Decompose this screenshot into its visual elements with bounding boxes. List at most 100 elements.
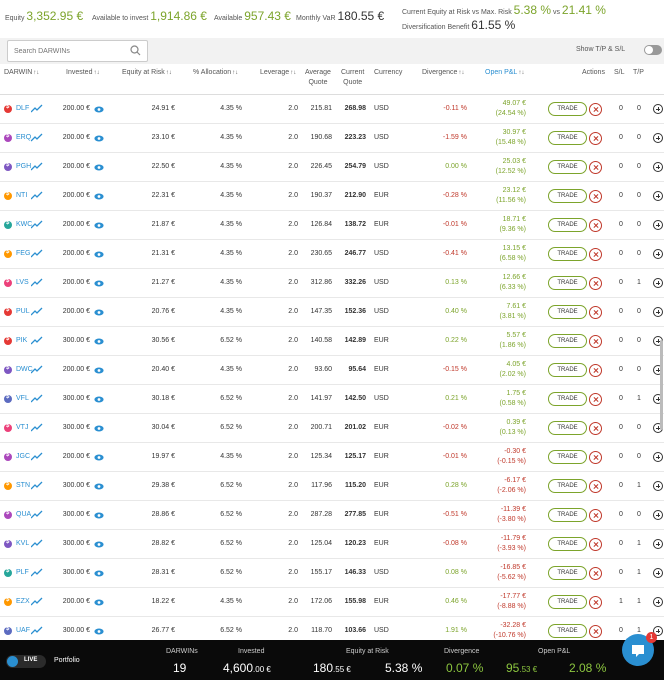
add-order-icon[interactable] [653, 278, 663, 288]
add-order-icon[interactable] [653, 539, 663, 549]
close-position-icon[interactable] [589, 422, 602, 435]
trade-button[interactable]: TRADE [548, 102, 587, 116]
darwin-name[interactable]: QUA [16, 511, 31, 518]
trade-button[interactable]: TRADE [548, 392, 587, 406]
add-order-icon[interactable] [653, 133, 663, 143]
darwin-name[interactable]: LVS [16, 279, 29, 286]
col-equity-at-risk[interactable]: Equity at Risk↑↓ [122, 69, 172, 76]
trade-button[interactable]: TRADE [548, 160, 587, 174]
trade-button[interactable]: TRADE [548, 189, 587, 203]
eye-icon[interactable] [94, 164, 104, 173]
eye-icon[interactable] [94, 570, 104, 579]
eye-icon[interactable] [94, 454, 104, 463]
col-leverage[interactable]: Leverage↑↓ [260, 69, 296, 76]
close-position-icon[interactable] [589, 103, 602, 116]
darwin-name[interactable]: PLF [16, 569, 29, 576]
close-position-icon[interactable] [589, 364, 602, 377]
eye-icon[interactable] [94, 512, 104, 521]
search-input[interactable] [14, 41, 129, 61]
darwin-name[interactable]: DLF [16, 105, 29, 112]
darwin-name[interactable]: STN [16, 482, 30, 489]
eye-icon[interactable] [94, 599, 104, 608]
add-order-icon[interactable] [653, 307, 663, 317]
darwin-name[interactable]: JGC [16, 453, 30, 460]
add-order-icon[interactable] [653, 568, 663, 578]
darwin-name[interactable]: PUL [16, 308, 30, 315]
close-position-icon[interactable] [589, 625, 602, 638]
close-position-icon[interactable] [589, 132, 602, 145]
trade-button[interactable]: TRADE [548, 624, 587, 638]
eye-icon[interactable] [94, 193, 104, 202]
trade-button[interactable]: TRADE [548, 595, 587, 609]
close-position-icon[interactable] [589, 161, 602, 174]
trade-button[interactable]: TRADE [548, 276, 587, 290]
darwin-name[interactable]: PGH [16, 163, 31, 170]
close-position-icon[interactable] [589, 567, 602, 580]
portfolio-label[interactable]: Portfolio [54, 657, 80, 664]
scrollbar[interactable] [660, 340, 663, 430]
close-position-icon[interactable] [589, 306, 602, 319]
eye-icon[interactable] [94, 338, 104, 347]
search-box[interactable] [7, 40, 148, 62]
eye-icon[interactable] [94, 309, 104, 318]
trade-button[interactable]: TRADE [548, 218, 587, 232]
close-position-icon[interactable] [589, 538, 602, 551]
trade-button[interactable]: TRADE [548, 305, 587, 319]
eye-icon[interactable] [94, 541, 104, 550]
col-open-pnl[interactable]: Open P&L↑↓ [485, 69, 524, 76]
close-position-icon[interactable] [589, 219, 602, 232]
trade-button[interactable]: TRADE [548, 450, 587, 464]
trade-button[interactable]: TRADE [548, 566, 587, 580]
darwin-name[interactable]: UAF [16, 627, 30, 634]
trade-button[interactable]: TRADE [548, 334, 587, 348]
add-order-icon[interactable] [653, 220, 663, 230]
col-allocation[interactable]: % Allocation↑↓ [193, 69, 238, 76]
darwin-name[interactable]: NTI [16, 192, 27, 199]
trade-button[interactable]: TRADE [548, 508, 587, 522]
trade-button[interactable]: TRADE [548, 247, 587, 261]
close-position-icon[interactable] [589, 451, 602, 464]
add-order-icon[interactable] [653, 249, 663, 259]
darwin-name[interactable]: EZX [16, 598, 30, 605]
eye-icon[interactable] [94, 222, 104, 231]
close-position-icon[interactable] [589, 248, 602, 261]
show-tp-sl-toggle[interactable] [644, 45, 662, 55]
eye-icon[interactable] [94, 251, 104, 260]
darwin-name[interactable]: VTJ [16, 424, 28, 431]
close-position-icon[interactable] [589, 480, 602, 493]
trade-button[interactable]: TRADE [548, 421, 587, 435]
close-position-icon[interactable] [589, 335, 602, 348]
col-invested[interactable]: Invested↑↓ [66, 69, 99, 76]
add-order-icon[interactable] [653, 481, 663, 491]
add-order-icon[interactable] [653, 191, 663, 201]
trade-button[interactable]: TRADE [548, 537, 587, 551]
col-darwin[interactable]: DARWIN↑↓ [4, 69, 39, 76]
close-position-icon[interactable] [589, 277, 602, 290]
close-position-icon[interactable] [589, 509, 602, 522]
darwin-name[interactable]: PIK [16, 337, 27, 344]
eye-icon[interactable] [94, 135, 104, 144]
darwin-name[interactable]: FEG [16, 250, 30, 257]
add-order-icon[interactable] [653, 162, 663, 172]
darwin-name[interactable]: KVL [16, 540, 29, 547]
trade-button[interactable]: TRADE [548, 131, 587, 145]
search-icon[interactable] [130, 45, 141, 58]
eye-icon[interactable] [94, 367, 104, 376]
eye-icon[interactable] [94, 483, 104, 492]
live-toggle[interactable]: LIVE [6, 655, 46, 668]
col-divergence[interactable]: Divergence↑↓ [422, 69, 464, 76]
darwin-name[interactable]: KWC [16, 221, 32, 228]
eye-icon[interactable] [94, 280, 104, 289]
add-order-icon[interactable] [653, 597, 663, 607]
eye-icon[interactable] [94, 628, 104, 637]
close-position-icon[interactable] [589, 190, 602, 203]
eye-icon[interactable] [94, 106, 104, 115]
trade-button[interactable]: TRADE [548, 363, 587, 377]
trade-button[interactable]: TRADE [548, 479, 587, 493]
darwin-name[interactable]: VFL [16, 395, 29, 402]
close-position-icon[interactable] [589, 596, 602, 609]
darwin-name[interactable]: ERQ [16, 134, 31, 141]
add-order-icon[interactable] [653, 452, 663, 462]
add-order-icon[interactable] [653, 104, 663, 114]
eye-icon[interactable] [94, 425, 104, 434]
